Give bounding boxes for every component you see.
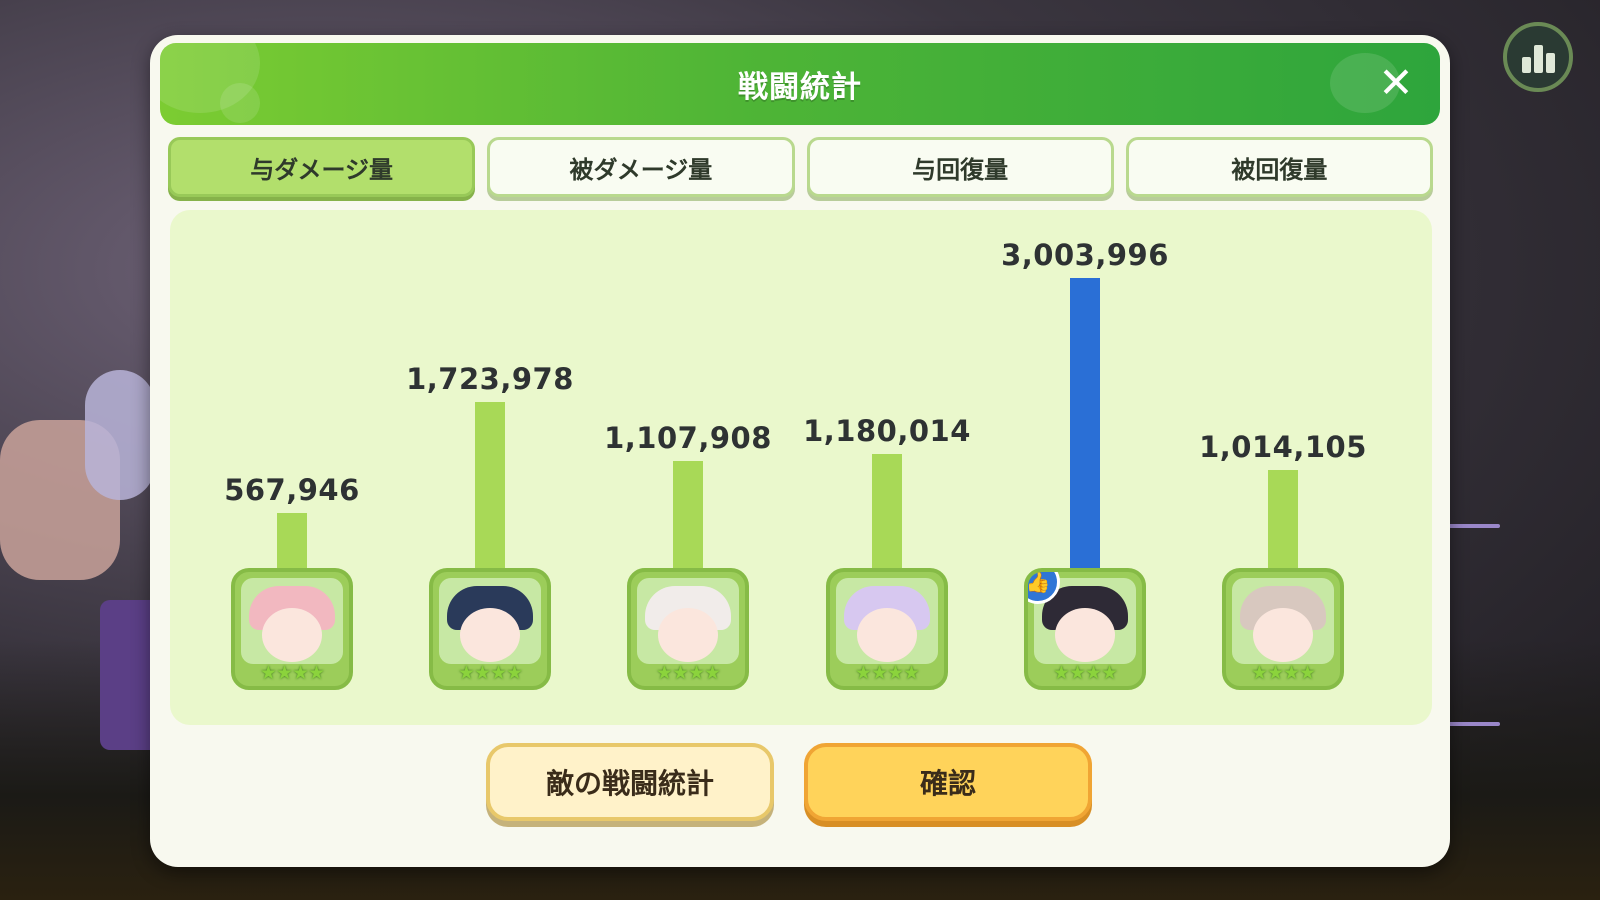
character-face [1055,608,1115,662]
star-rating: ★★★★ [1250,662,1316,684]
battle-stats-button[interactable] [1503,22,1573,92]
portrait-background [439,578,541,664]
character-face [658,608,718,662]
portrait-background [1232,578,1334,664]
chart-column: 1,014,105 ★★★★ [1199,210,1366,725]
stats-tabs: 与ダメージ量 被ダメージ量 与回復量 被回復量 [168,137,1433,197]
character-face [460,608,520,662]
chart-bar [277,513,307,568]
bar-chart-icon [1522,45,1555,73]
portrait-background [836,578,938,664]
star-rating: ★★★★ [655,662,721,684]
character-portrait[interactable]: ★★★★ 👍 [1024,568,1146,690]
confirm-button[interactable]: 確認 [804,743,1092,821]
damage-value-label: 1,723,978 [406,362,574,396]
damage-chart: 567,946 ★★★★ 1,723,978 ★★★★ 1,107,908 ★★★★ 1,1… [170,210,1432,725]
portrait-background [637,578,739,664]
chart-column: 567,946 ★★★★ [212,210,372,725]
character-portrait[interactable]: ★★★★ [429,568,551,690]
tab-healing-done[interactable]: 与回復量 [806,137,1114,197]
character-face [262,608,322,662]
character-face [857,608,917,662]
chart-bar [475,402,505,568]
chart-column: 1,107,908 ★★★★ [604,210,771,725]
star-rating: ★★★★ [457,662,523,684]
damage-value-label: 567,946 [224,473,360,507]
portrait-background [241,578,343,664]
background-character [85,370,155,500]
star-rating: ★★★★ [259,662,325,684]
dialog-title: 戦闘統計 [738,70,862,105]
character-portrait[interactable]: ★★★★ [1222,568,1344,690]
character-portrait[interactable]: ★★★★ [627,568,749,690]
chart-column: 1,723,978 ★★★★ [406,210,573,725]
damage-value-label: 1,180,014 [803,414,971,448]
character-portrait[interactable]: ★★★★ [231,568,353,690]
chart-bar [673,461,703,568]
chart-bar [1070,278,1100,568]
tab-healing-received[interactable]: 被回復量 [1125,137,1433,197]
tab-damage-dealt[interactable]: 与ダメージ量 [168,137,476,197]
battle-stats-dialog: 戦闘統計 ✕ 与ダメージ量 被ダメージ量 与回復量 被回復量 567,946 ★★… [150,35,1450,867]
close-icon[interactable]: ✕ [1374,61,1418,105]
character-face [1253,608,1313,662]
star-rating: ★★★★ [1052,662,1118,684]
chart-column: 1,180,014 ★★★★ [803,210,970,725]
damage-value-label: 3,003,996 [1001,238,1169,272]
character-portrait[interactable]: ★★★★ [826,568,948,690]
star-rating: ★★★★ [854,662,920,684]
tab-damage-taken[interactable]: 被ダメージ量 [487,137,795,197]
chart-bar [1268,470,1298,568]
chart-column: 3,003,996 ★★★★ 👍 [1001,210,1168,725]
dialog-header: 戦闘統計 ✕ [160,43,1440,125]
enemy-stats-button[interactable]: 敵の戦闘統計 [486,743,774,821]
damage-value-label: 1,014,105 [1199,430,1367,464]
chart-bar [872,454,902,568]
